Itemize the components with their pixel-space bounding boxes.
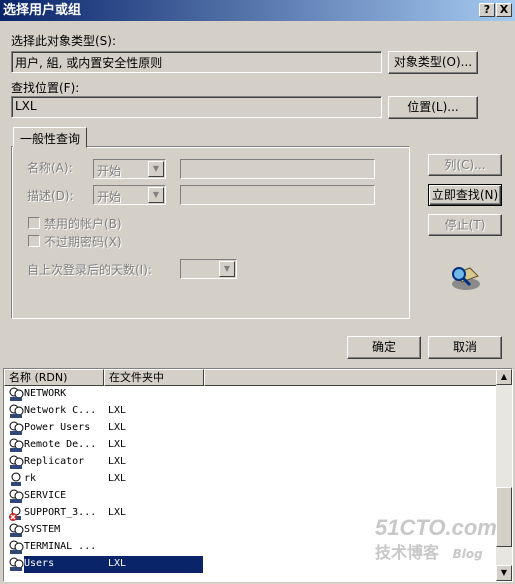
item-name: TERMINAL ...	[24, 541, 97, 552]
group-icon	[9, 404, 24, 418]
item-name: rk	[24, 473, 37, 484]
location-label: 查找位置(F):	[11, 81, 80, 95]
find-now-button[interactable]: 立即查找(N)	[428, 184, 502, 206]
item-folder: LXL	[108, 507, 127, 518]
chevron-down-icon: ▼	[148, 187, 164, 203]
item-name: SYSTEM	[24, 524, 61, 535]
name-input[interactable]	[180, 159, 375, 179]
list-item[interactable]: rk LXL	[4, 471, 497, 488]
object-type-label: 选择此对象类型(S):	[11, 34, 117, 48]
object-type-field: 用户, 組, 或内置安全性原则	[11, 51, 382, 73]
title-bar: 选择用户或组 ? X	[0, 0, 515, 21]
disabled-user-icon	[9, 506, 21, 521]
column-header-name[interactable]: 名称 (RDN)	[4, 369, 104, 386]
item-name: Users	[24, 558, 55, 569]
watermark-line2-text: 技术博客	[375, 543, 440, 562]
description-label: 描述(D):	[27, 189, 74, 203]
group-icon	[9, 540, 24, 554]
watermark-line3: Blog	[452, 547, 483, 561]
item-name: SUPPORT_3...	[24, 507, 97, 518]
search-animation-icon	[452, 267, 480, 290]
group-icon	[9, 387, 24, 401]
item-folder: LXL	[108, 456, 127, 467]
list-item[interactable]: Network C... LXL	[4, 403, 497, 420]
disabled-accounts-checkbox[interactable]	[28, 217, 40, 229]
item-folder: LXL	[108, 439, 127, 450]
item-name: SERVICE	[24, 490, 67, 501]
column-header-filler	[204, 369, 497, 386]
item-folder: LXL	[108, 422, 127, 433]
tab-general-query[interactable]: 一般性查询	[13, 127, 88, 148]
ok-button[interactable]: 确定	[347, 336, 421, 359]
locations-button[interactable]: 位置(L)...	[388, 96, 478, 119]
list-item[interactable]: SERVICE	[4, 488, 497, 505]
list-item[interactable]: Remote De... LXL	[4, 437, 497, 454]
description-mode-combo[interactable]: 开始 ▼	[93, 185, 166, 205]
columns-button[interactable]: 列(C)...	[428, 154, 502, 176]
list-item[interactable]: Replicator LXL	[4, 454, 497, 471]
list-item[interactable]: NETWORK	[4, 386, 497, 403]
group-icon	[9, 455, 24, 469]
stop-button[interactable]: 停止(T)	[428, 214, 502, 236]
item-name: Network C...	[24, 405, 97, 416]
group-icon	[9, 421, 24, 435]
days-since-logon-combo[interactable]: ▼	[180, 259, 237, 279]
location-field: LXL	[11, 96, 382, 118]
group-icon	[9, 438, 24, 452]
name-mode-value: 开始	[97, 164, 122, 178]
days-since-logon-label: 自上次登录后的天数(I):	[27, 263, 152, 277]
group-icon	[9, 557, 24, 571]
cancel-button[interactable]: 取消	[428, 336, 502, 359]
results-header: 名称 (RDN) 在文件夹中	[4, 369, 497, 386]
name-mode-combo[interactable]: 开始 ▼	[93, 159, 166, 179]
group-icon	[9, 523, 24, 537]
item-name: Power Users	[24, 422, 91, 433]
name-label: 名称(A):	[27, 161, 73, 175]
group-icon	[9, 489, 24, 503]
non-expiring-password-checkbox[interactable]	[28, 235, 40, 247]
scroll-up-icon[interactable]: ▲	[496, 369, 512, 385]
scroll-thumb[interactable]	[496, 487, 512, 547]
item-folder: LXL	[108, 558, 127, 569]
column-header-folder[interactable]: 在文件夹中	[104, 369, 204, 386]
close-button[interactable]: X	[496, 3, 512, 17]
chevron-down-icon: ▼	[148, 161, 164, 177]
vertical-scrollbar[interactable]: ▲ ▼	[496, 369, 512, 581]
item-name: NETWORK	[24, 388, 67, 399]
description-input[interactable]	[180, 185, 375, 205]
item-folder: LXL	[108, 405, 127, 416]
watermark: 51CTO.com 技术博客 Blog	[375, 515, 497, 563]
watermark-line2: 技术博客 Blog	[375, 539, 497, 563]
watermark-line1: 51CTO.com	[375, 515, 497, 540]
scroll-down-icon[interactable]: ▼	[496, 565, 512, 581]
disabled-accounts-label: 禁用的帐户(B)	[44, 217, 122, 231]
window-title: 选择用户或组	[3, 3, 82, 18]
object-types-button[interactable]: 对象类型(O)...	[388, 51, 478, 74]
user-icon	[11, 472, 21, 486]
help-button[interactable]: ?	[479, 3, 495, 17]
description-mode-value: 开始	[97, 190, 122, 204]
list-item[interactable]: Power Users LXL	[4, 420, 497, 437]
chevron-down-icon: ▼	[219, 261, 235, 277]
non-expiring-password-label: 不过期密码(X)	[44, 235, 122, 249]
item-name: Remote De...	[24, 439, 97, 450]
item-name: Replicator	[24, 456, 85, 467]
item-folder: LXL	[108, 473, 127, 484]
